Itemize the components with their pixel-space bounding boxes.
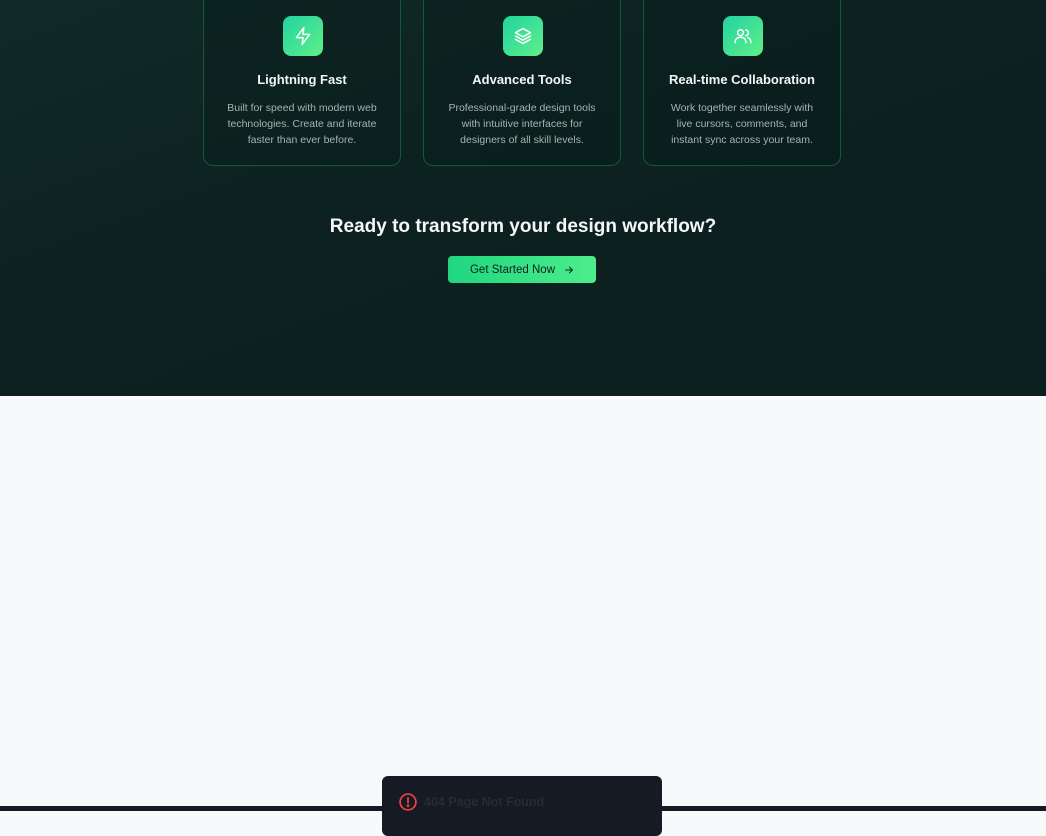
- feature-icon-tile: [503, 16, 543, 56]
- feature-title: Advanced Tools: [472, 72, 572, 87]
- toast-message: 404 Page Not Found: [424, 795, 545, 809]
- feature-icon-tile: [723, 16, 763, 56]
- feature-description: Professional-grade design tools with int…: [448, 102, 596, 146]
- feature-card-real-time-collaboration: Real-time Collaboration Work together se…: [643, 0, 841, 166]
- cta-heading: Ready to transform your design workflow?: [329, 216, 717, 237]
- feature-description: Built for speed with modern web technolo…: [227, 102, 377, 146]
- feature-icon-tile: [283, 16, 323, 56]
- hero-section: Lightning Fast Built for speed with mode…: [0, 0, 1046, 396]
- feature-title: Lightning Fast: [257, 72, 347, 87]
- feature-card-advanced-tools: Advanced Tools Professional-grade design…: [423, 0, 621, 166]
- layers-icon: [514, 27, 532, 45]
- users-icon: [734, 28, 752, 44]
- lightning-icon: [295, 26, 311, 46]
- feature-card-lightning-fast: Lightning Fast Built for speed with mode…: [203, 0, 401, 166]
- alert-circle-icon: [398, 792, 418, 812]
- arrow-right-icon: [564, 265, 574, 275]
- feature-description: Work together seamlessly with live curso…: [670, 102, 814, 146]
- get-started-button[interactable]: Get Started Now: [448, 256, 596, 283]
- get-started-label: Get Started Now: [469, 263, 555, 276]
- feature-title: Real-time Collaboration: [669, 72, 815, 87]
- error-toast: 404 Page Not Found: [382, 776, 662, 836]
